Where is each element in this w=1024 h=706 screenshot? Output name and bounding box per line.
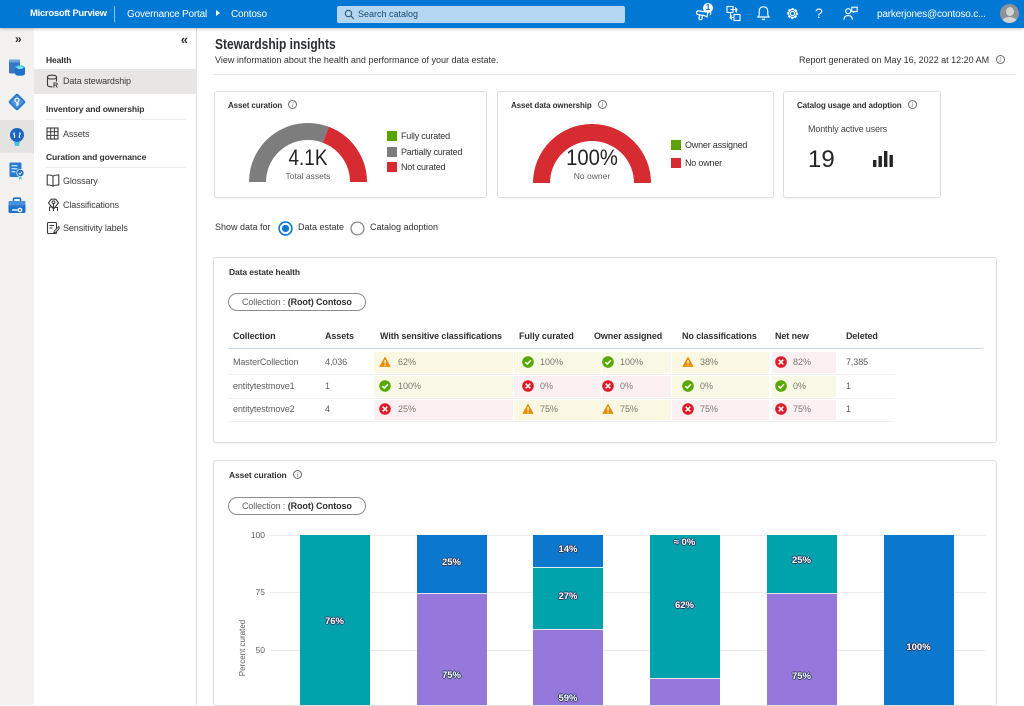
svg-text:R: R bbox=[53, 83, 58, 90]
